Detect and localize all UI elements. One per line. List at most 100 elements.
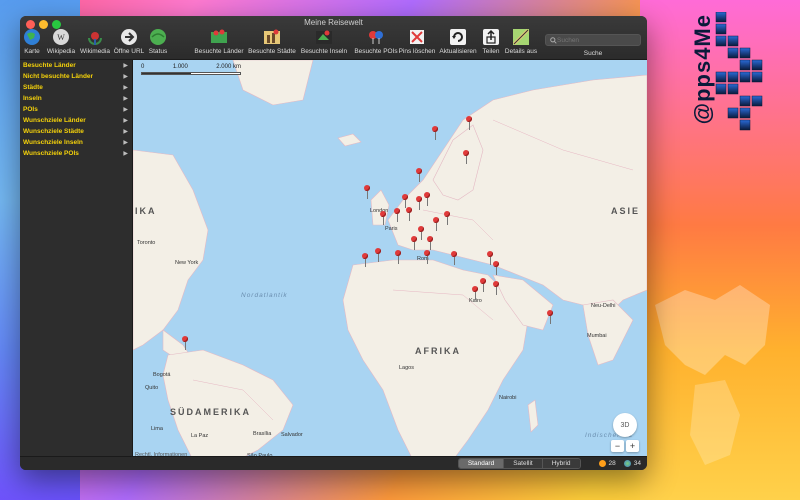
map-pin[interactable] xyxy=(427,236,433,250)
city-label-la-paz: La Paz xyxy=(191,433,209,439)
map-pin[interactable] xyxy=(418,226,424,240)
sidebar-item-nicht-besuchte-laender[interactable]: Nicht besuchte Länder ▶ xyxy=(20,71,132,82)
map-pin[interactable] xyxy=(493,261,499,275)
map-pin[interactable] xyxy=(424,250,430,264)
toolbar-status-label: Status xyxy=(148,48,168,55)
pin-stem xyxy=(468,122,470,130)
visited-islands-icon xyxy=(316,30,332,44)
pin-stem xyxy=(382,217,384,225)
map-pin[interactable] xyxy=(416,196,422,210)
visited-count: 28 xyxy=(608,460,616,467)
pin-stem xyxy=(435,223,437,231)
pin-stem xyxy=(396,214,398,222)
svg-text:W: W xyxy=(57,33,65,42)
map-pin[interactable] xyxy=(472,286,478,300)
toolbar-besuchte-laender-button[interactable]: Besuchte Länder xyxy=(193,28,245,55)
map-type-hybrid[interactable]: Hybrid xyxy=(542,459,580,468)
pin-stem xyxy=(465,156,467,164)
toolbar-besuchte-staedte-button[interactable]: Besuchte Städte xyxy=(246,28,298,55)
pin-stem xyxy=(408,213,410,221)
background-map-silhouette xyxy=(655,285,770,465)
wikimedia-icon xyxy=(88,32,102,45)
search-input[interactable] xyxy=(557,36,637,44)
toolbar-besuchte-inseln-label: Besuchte Inseln xyxy=(300,48,348,55)
ocean-label-nordatlantik: Nordatlantik xyxy=(241,292,288,299)
zoom-in-button[interactable]: + xyxy=(626,440,639,452)
map-pin[interactable] xyxy=(375,248,381,262)
sidebar-item-label: Inseln xyxy=(23,95,42,102)
sidebar-item-wunschziele-pois[interactable]: Wunschziele POIs ▶ xyxy=(20,148,132,159)
pin-stem xyxy=(446,217,448,225)
pin-stem xyxy=(434,132,436,140)
map-pin[interactable] xyxy=(493,281,499,295)
map-pin[interactable] xyxy=(394,208,400,222)
map-pin[interactable] xyxy=(402,194,408,208)
map-pin[interactable] xyxy=(480,278,486,292)
map-pin[interactable] xyxy=(182,336,188,350)
sidebar-item-staedte[interactable]: Städte ▶ xyxy=(20,82,132,93)
map-pin[interactable] xyxy=(451,251,457,265)
sidebar-item-wunschziele-inseln[interactable]: Wunschziele Inseln ▶ xyxy=(20,137,132,148)
scale-bar-graphic xyxy=(141,72,241,75)
chevron-right-icon: ▶ xyxy=(123,129,128,135)
visited-pois-icon xyxy=(369,31,383,44)
search-box[interactable] xyxy=(545,34,641,46)
map-pin[interactable] xyxy=(547,310,553,324)
pin-stem xyxy=(426,198,428,206)
map-pin[interactable] xyxy=(466,116,472,130)
pin-stem xyxy=(184,342,186,350)
map-pin[interactable] xyxy=(380,211,386,225)
sidebar-item-label: Wunschziele Inseln xyxy=(23,139,83,146)
map-pin[interactable] xyxy=(444,211,450,225)
pin-stem xyxy=(420,232,422,240)
total-counter: 34 xyxy=(623,460,641,467)
chevron-right-icon: ▶ xyxy=(123,140,128,146)
map-pin[interactable] xyxy=(432,126,438,140)
map-type-satellit[interactable]: Satellit xyxy=(504,459,543,468)
map-view[interactable]: 0 1.000 2.000 km IKA ASIE AFRIKA SÜDAMER… xyxy=(133,60,647,460)
city-label-lagos: Lagos xyxy=(399,365,414,371)
toolbar-details-button[interactable]: Details aus xyxy=(495,28,547,55)
toolbar-besuchte-laender-label: Besuchte Länder xyxy=(194,48,244,55)
pin-stem xyxy=(489,257,491,265)
pin-stem xyxy=(429,242,431,250)
visited-countries-icon xyxy=(211,29,227,43)
map-pin[interactable] xyxy=(433,217,439,231)
map-pin[interactable] xyxy=(406,207,412,221)
pin-stem xyxy=(418,202,420,210)
sidebar-item-besuchte-laender[interactable]: Besuchte Länder ▶ xyxy=(20,60,132,71)
map-pin[interactable] xyxy=(395,250,401,264)
city-label-bogota: Bogotá xyxy=(153,372,171,378)
pin-stem xyxy=(364,259,366,267)
toolbar-details-label: Details aus xyxy=(504,48,538,55)
toolbar-besuchte-inseln-button[interactable]: Besuchte Inseln xyxy=(298,28,350,55)
map-pin[interactable] xyxy=(362,253,368,267)
zoom-out-button[interactable]: − xyxy=(611,440,624,452)
map-zoom-controls: 3D − + xyxy=(611,413,639,452)
map-pin[interactable] xyxy=(416,168,422,182)
map-type-standard[interactable]: Standard xyxy=(458,459,505,468)
sidebar-item-wunschziele-laender[interactable]: Wunschziele Länder ▶ xyxy=(20,115,132,126)
map-pin[interactable] xyxy=(411,236,417,250)
pin-stem xyxy=(418,174,420,182)
3d-toggle-button[interactable]: 3D xyxy=(613,413,637,437)
toolbar-pins-loeschen-label: Pins löschen xyxy=(398,48,436,55)
status-globe-icon xyxy=(150,29,166,45)
region-label-afrika: AFRIKA xyxy=(415,346,461,356)
sidebar-item-label: Nicht besuchte Länder xyxy=(23,73,94,80)
toolbar-status-button[interactable]: Status xyxy=(132,28,184,55)
sidebar-item-pois[interactable]: POIs ▶ xyxy=(20,104,132,115)
sidebar-item-wunschziele-staedte[interactable]: Wunschziele Städte ▶ xyxy=(20,126,132,137)
map-pin[interactable] xyxy=(424,192,430,206)
toolbar: Karte W Wikipedia Wikimedia Öffne URL St… xyxy=(20,28,647,60)
sidebar-item-inseln[interactable]: Inseln ▶ xyxy=(20,93,132,104)
sidebar-item-label: Wunschziele Länder xyxy=(23,117,86,124)
pin-stem xyxy=(495,267,497,275)
map-pin[interactable] xyxy=(364,185,370,199)
map-type-segmented-control: Standard Satellit Hybrid xyxy=(457,458,581,469)
pin-stem xyxy=(474,292,476,300)
scale-numbers: 0 1.000 2.000 km xyxy=(141,64,241,70)
window-title: Meine Reisewelt xyxy=(304,18,363,27)
map-pin[interactable] xyxy=(463,150,469,164)
scale-bar: 0 1.000 2.000 km xyxy=(141,64,241,75)
